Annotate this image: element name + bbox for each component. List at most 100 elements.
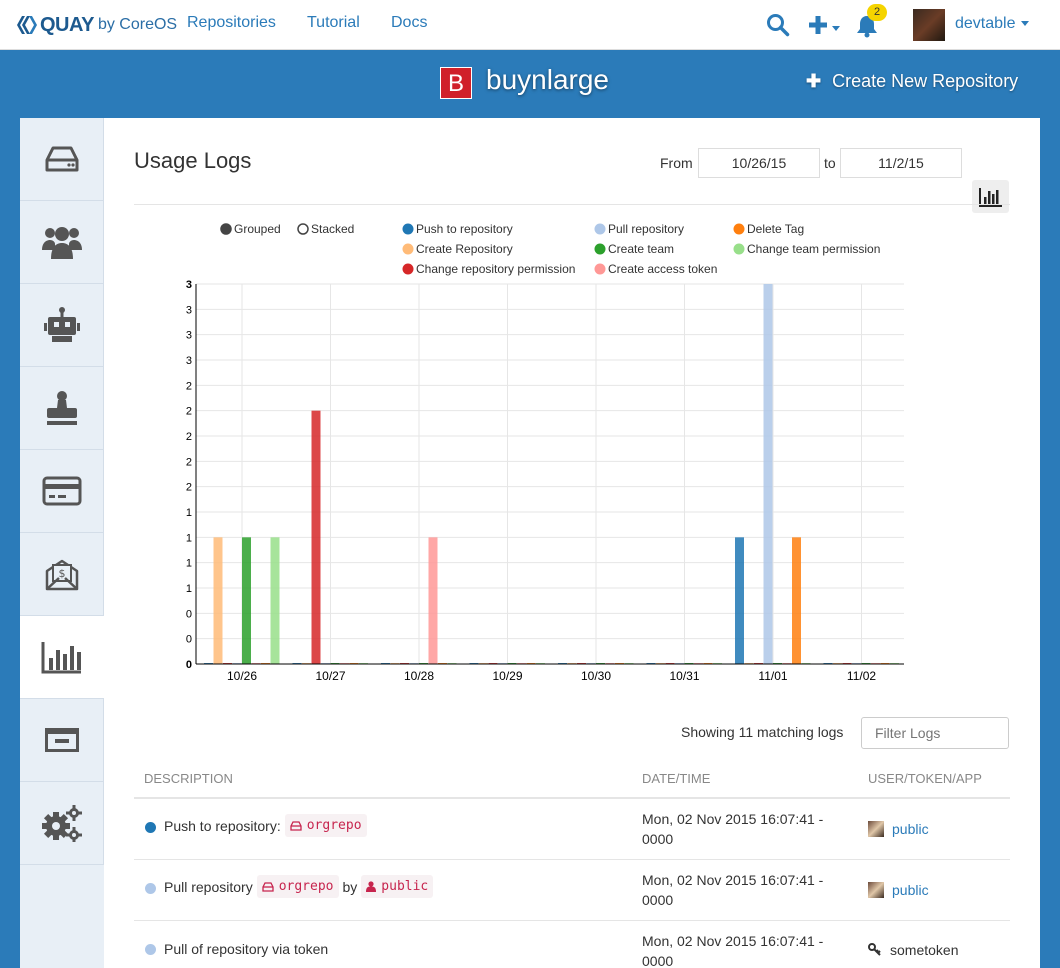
sidebar-item-default-permissions[interactable] <box>20 367 104 450</box>
quay-logo-icon <box>17 16 37 34</box>
log-datetime: Mon, 02 Nov 2015 16:07:41 - 0000 <box>642 933 824 968</box>
add-plus-dropdown-icon[interactable] <box>808 15 844 37</box>
log-kind-dot <box>145 944 156 955</box>
sidebar-item-billing[interactable] <box>20 450 104 533</box>
repo-link[interactable]: orgrepo <box>284 814 367 837</box>
svg-text:$: $ <box>58 567 65 580</box>
hdd-icon <box>262 881 274 892</box>
log-datetime: Mon, 02 Nov 2015 16:07:41 - 0000 <box>642 811 824 847</box>
create-repository-button[interactable]: ✚ Create New Repository <box>806 71 1018 92</box>
to-label: to <box>824 155 836 171</box>
user-name: public <box>892 882 929 898</box>
column-header-description: DESCRIPTION <box>144 771 233 786</box>
chart-x-tick-label: 10/29 <box>492 669 522 683</box>
user-menu[interactable]: devtable <box>955 15 1029 33</box>
chart-y-tick-label: 3 <box>186 355 192 367</box>
credit-card-icon <box>42 476 81 506</box>
user-stamp-icon <box>46 391 77 425</box>
user-avatar[interactable] <box>913 9 945 41</box>
chart-x-tick-label: 10/31 <box>669 669 699 683</box>
legend-series-dot <box>594 243 606 255</box>
org-name: buynlarge <box>486 64 609 95</box>
sidebar-item-teams[interactable] <box>20 201 104 284</box>
user-link[interactable]: public <box>361 875 434 898</box>
column-header-datetime: DATE/TIME <box>642 771 711 786</box>
legend-series-dot <box>594 263 606 275</box>
usage-logs-section: Usage Logs From 10/26/15 to 11/2/15 Grou… <box>134 118 1010 968</box>
invoice-envelope-icon: $ <box>45 559 78 591</box>
chart-y-tick-label: 1 <box>186 507 192 519</box>
gears-icon <box>41 805 82 842</box>
quay-logo[interactable]: QUAY by CoreOS <box>16 12 177 38</box>
log-datetime: Mon, 02 Nov 2015 16:07:41 - 0000 <box>642 872 824 908</box>
create-repository-label: Create New Repository <box>832 71 1019 91</box>
chart-y-tick-label: 2 <box>186 482 192 494</box>
by-label: by <box>342 878 358 895</box>
chart-y-tick-label: 2 <box>186 456 192 468</box>
nav-tutorial[interactable]: Tutorial <box>307 14 360 32</box>
chart-bar <box>270 537 280 664</box>
legend-series-label: Change repository permission <box>416 262 575 276</box>
sidebar-item-applications[interactable] <box>20 699 104 782</box>
chart-y-tick-label: 2 <box>186 406 192 418</box>
chart-y-tick-label: 3 <box>186 304 192 316</box>
legend-mode-radio <box>220 223 232 235</box>
caret-down-icon <box>1020 21 1029 27</box>
username-label: devtable <box>955 15 1016 32</box>
users-icon <box>41 227 82 259</box>
legend-series-dot <box>594 223 606 235</box>
application-window-icon <box>44 728 79 752</box>
page-title: Usage Logs <box>134 148 252 173</box>
brand-sub: by CoreOS <box>97 16 178 33</box>
legend-mode-label: Stacked <box>311 222 354 236</box>
top-navbar: QUAY by CoreOS Repositories Tutorial Doc… <box>0 0 1060 50</box>
nav-docs[interactable]: Docs <box>391 14 427 32</box>
search-icon[interactable] <box>766 13 790 37</box>
filter-logs-input[interactable] <box>861 717 1009 749</box>
table-row: Pull repository orgrepo by public Mon, 0… <box>134 860 1010 921</box>
token-name: sometoken <box>890 942 959 958</box>
matching-logs-count: Showing 11 matching logs <box>681 724 844 740</box>
content-panel: $ Usage Logs From 10/26/15 to 11/2/15 Gr… <box>20 118 1040 968</box>
log-user[interactable]: public <box>868 882 929 898</box>
chart-x-tick-label: 10/27 <box>315 669 345 683</box>
repo-name: orgrepo <box>306 818 362 833</box>
sidebar: $ <box>20 118 104 968</box>
log-kind-dot <box>145 883 156 894</box>
legend-mode-label: Grouped <box>234 222 281 236</box>
chart-y-tick-label: 0 <box>186 634 192 646</box>
log-user[interactable]: public <box>868 821 929 837</box>
to-date-input[interactable]: 11/2/15 <box>840 148 962 178</box>
sidebar-item-usage-logs[interactable] <box>20 616 104 699</box>
log-user[interactable]: sometoken <box>868 942 958 958</box>
log-text: Pull of repository via token <box>164 941 329 957</box>
chart-y-tick-label: 2 <box>186 380 192 392</box>
table-row: Push to repository: orgrepo Mon, 02 Nov … <box>134 799 1010 860</box>
user-name: public <box>892 821 929 837</box>
log-description: Pull repository orgrepo by public <box>164 875 434 898</box>
by-user-name: public <box>381 879 429 894</box>
sidebar-item-invoices[interactable]: $ <box>20 533 104 616</box>
legend-series-label: Create access token <box>608 262 717 276</box>
user-avatar <box>868 821 884 837</box>
sidebar-item-repositories[interactable] <box>20 118 104 201</box>
chart-bar <box>242 537 251 664</box>
toggle-chart-button[interactable] <box>972 180 1009 213</box>
column-header-user: USER/TOKEN/APP <box>868 771 982 786</box>
bar-chart-icon <box>41 642 81 674</box>
robot-icon <box>43 307 80 342</box>
chart-bar <box>763 284 773 664</box>
legend-series-dot <box>733 223 745 235</box>
divider <box>134 204 1010 205</box>
log-description: Pull of repository via token <box>164 941 328 957</box>
nav-repositories[interactable]: Repositories <box>187 14 276 32</box>
usage-chart: Grouped Stacked Push to repository Create R… <box>186 222 904 683</box>
from-date-input[interactable]: 10/26/15 <box>698 148 820 178</box>
repo-link[interactable]: orgrepo <box>256 875 339 898</box>
chart-x-tick-label: 11/02 <box>847 669 876 683</box>
chart-y-tick-label: 1 <box>186 583 192 595</box>
chart-bar <box>735 537 744 664</box>
sidebar-item-robots[interactable] <box>20 284 104 367</box>
brand-name: QUAY <box>40 13 94 36</box>
sidebar-item-settings[interactable] <box>20 782 104 865</box>
